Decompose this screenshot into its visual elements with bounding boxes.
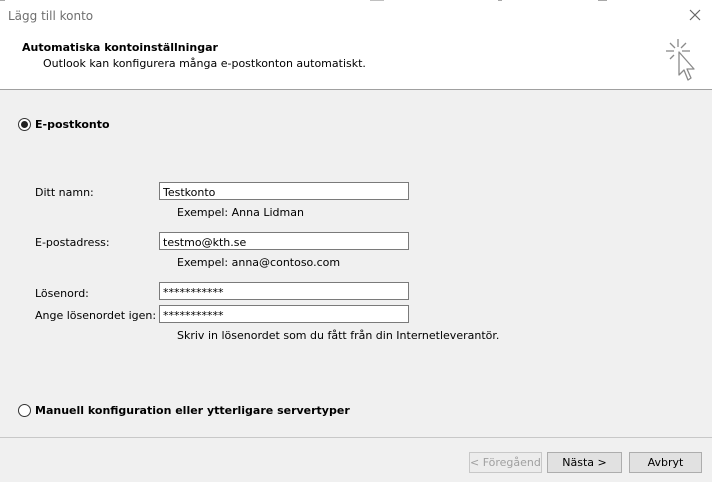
email-account-radio[interactable] [18,118,31,131]
manual-config-option[interactable]: Manuell konfiguration eller ytterligare … [18,404,350,417]
name-hint: Exempel: Anna Lidman [177,206,304,219]
email-label: E-postadress: [35,236,110,249]
email-account-option[interactable]: E-postkonto [18,118,110,131]
cancel-button[interactable]: Avbryt [629,452,702,473]
password-input[interactable] [159,282,409,300]
email-hint: Exempel: anna@contoso.com [177,256,341,269]
password-confirm-label: Ange lösenordet igen: [35,309,157,322]
cursor-click-icon [666,39,695,81]
content-panel: E-postkonto Ditt namn: Exempel: Anna Lid… [0,90,712,438]
title-bar: Lägg till konto [0,0,712,32]
header-panel: Automatiska kontoinställningar Outlook k… [0,32,712,90]
manual-config-label: Manuell konfiguration eller ytterligare … [35,404,350,417]
background-window-edge [598,0,607,1]
close-icon [689,9,701,21]
password-confirm-input[interactable] [159,305,409,323]
email-input[interactable] [159,232,409,250]
background-window-edge [498,0,502,1]
email-account-label: E-postkonto [35,118,110,131]
background-window-edge [370,0,384,1]
password-hint: Skriv in lösenordet som du fått från din… [177,329,500,342]
back-button[interactable]: < Föregående [469,452,542,473]
header-title: Automatiska kontoinställningar [22,41,218,54]
next-button[interactable]: Nästa > [547,452,622,473]
background-window-edge [0,0,5,1]
header-subtitle: Outlook kan konfigurera många e-postkont… [43,57,366,70]
name-label: Ditt namn: [35,186,94,199]
close-button[interactable] [680,0,712,32]
password-label: Lösenord: [35,287,89,300]
name-input[interactable] [159,182,409,200]
window-title: Lägg till konto [8,9,94,23]
manual-config-radio[interactable] [18,404,31,417]
